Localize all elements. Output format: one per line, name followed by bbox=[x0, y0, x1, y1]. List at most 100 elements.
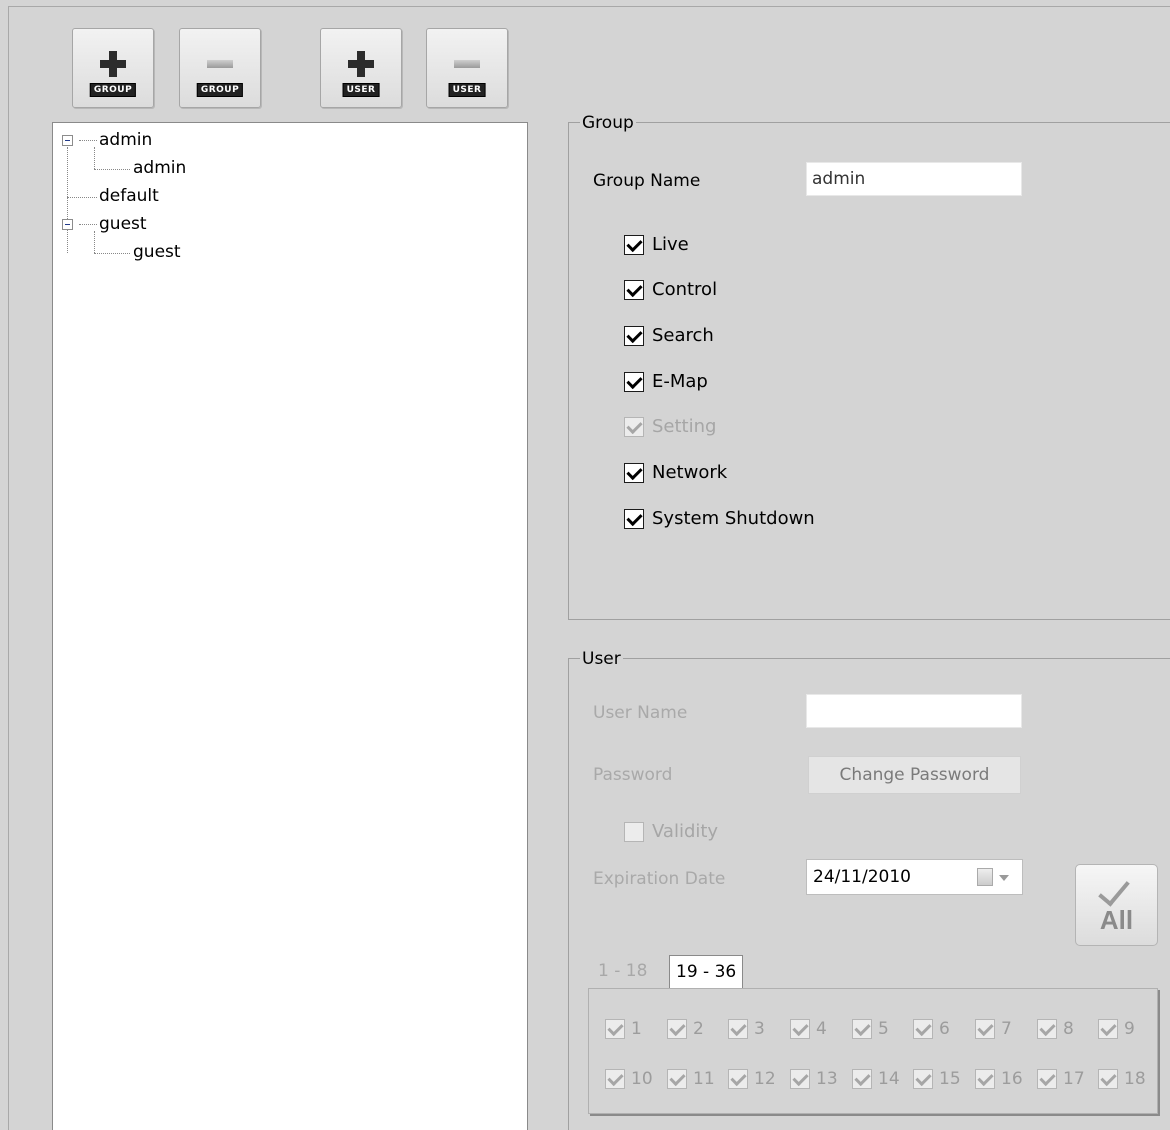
tree-connector bbox=[94, 169, 130, 170]
checkbox-icon bbox=[624, 280, 644, 300]
minus-icon bbox=[454, 51, 480, 77]
channel-label: 1 bbox=[631, 1019, 642, 1039]
checkbox-icon bbox=[1037, 1019, 1057, 1039]
checkbox-icon bbox=[667, 1019, 687, 1039]
tree-connector bbox=[67, 197, 97, 198]
tree-connector bbox=[94, 147, 95, 169]
checkbox-icon bbox=[975, 1069, 995, 1089]
checkbox-icon bbox=[624, 417, 644, 437]
permission-label: Setting bbox=[652, 416, 717, 437]
channel-label: 10 bbox=[631, 1069, 653, 1089]
channel-tab-panel: 1 2 3 4 5 6 7 8 9 10 11 12 13 14 15 16 1… bbox=[588, 988, 1158, 1114]
channel-label: 12 bbox=[754, 1069, 776, 1089]
permission-label: E-Map bbox=[652, 371, 708, 392]
checkbox-icon bbox=[624, 235, 644, 255]
channel-label: 2 bbox=[693, 1019, 704, 1039]
remove-user-tag: USER bbox=[448, 83, 486, 97]
user-name-input[interactable] bbox=[806, 694, 1022, 728]
channel-label: 15 bbox=[939, 1069, 961, 1089]
group-panel-title: Group bbox=[580, 113, 636, 133]
channel-label: 3 bbox=[754, 1019, 765, 1039]
tree-connector bbox=[79, 224, 97, 225]
channel-label: 8 bbox=[1063, 1019, 1074, 1039]
add-group-tag: GROUP bbox=[89, 83, 137, 97]
remove-user-button[interactable]: USER bbox=[426, 28, 508, 108]
remove-group-tag: GROUP bbox=[196, 83, 244, 97]
channel-label: 5 bbox=[878, 1019, 889, 1039]
checkbox-icon bbox=[728, 1019, 748, 1039]
channel-label: 17 bbox=[1063, 1069, 1085, 1089]
checkbox-icon bbox=[605, 1019, 625, 1039]
checkbox-icon bbox=[624, 509, 644, 529]
tree-item-group-default[interactable]: default bbox=[99, 184, 159, 208]
calendar-icon[interactable] bbox=[977, 868, 993, 886]
add-user-tag: USER bbox=[342, 83, 380, 97]
tree-item-group-admin[interactable]: admin bbox=[99, 128, 152, 152]
user-name-label: User Name bbox=[593, 703, 688, 723]
tree-connector bbox=[94, 253, 130, 254]
add-group-button[interactable]: GROUP bbox=[72, 28, 154, 108]
window-frame-top bbox=[8, 6, 1170, 7]
permission-label: Search bbox=[652, 325, 714, 346]
validity-label: Validity bbox=[652, 821, 719, 842]
checkbox-icon bbox=[624, 326, 644, 346]
checkbox-icon bbox=[605, 1069, 625, 1089]
tree-connector bbox=[67, 147, 68, 253]
tree-connector bbox=[79, 140, 97, 141]
channel-label: 9 bbox=[1124, 1019, 1135, 1039]
tree-item-user-guest[interactable]: guest bbox=[133, 240, 181, 264]
checkbox-icon bbox=[790, 1069, 810, 1089]
user-panel-title: User bbox=[580, 649, 623, 669]
checkbox-icon bbox=[852, 1069, 872, 1089]
checkbox-icon bbox=[1037, 1069, 1057, 1089]
channel-label: 18 bbox=[1124, 1069, 1146, 1089]
tree-item-group-guest[interactable]: guest bbox=[99, 212, 147, 236]
checkbox-icon bbox=[624, 822, 644, 842]
tree-item-user-admin[interactable]: admin bbox=[133, 156, 186, 180]
channel-label: 6 bbox=[939, 1019, 950, 1039]
permission-label: Live bbox=[652, 234, 689, 255]
group-user-tree[interactable]: admin admin default guest guest bbox=[52, 122, 528, 1130]
expiration-date-label: Expiration Date bbox=[593, 869, 726, 889]
channel-label: 14 bbox=[878, 1069, 900, 1089]
channel-label: 7 bbox=[1001, 1019, 1012, 1039]
permission-label: Network bbox=[652, 462, 728, 483]
tab-channels-1-18[interactable]: 1 - 18 bbox=[592, 955, 654, 989]
window-frame-left bbox=[8, 6, 9, 1130]
checkbox-icon bbox=[852, 1019, 872, 1039]
checkbox-icon bbox=[790, 1019, 810, 1039]
checkbox-icon bbox=[913, 1019, 933, 1039]
group-name-label: Group Name bbox=[593, 171, 701, 191]
channel-label: 4 bbox=[816, 1019, 827, 1039]
checkbox-icon bbox=[728, 1069, 748, 1089]
checkmark-icon bbox=[1098, 873, 1130, 907]
channel-label: 16 bbox=[1001, 1069, 1023, 1089]
group-name-input[interactable]: admin bbox=[806, 162, 1022, 196]
remove-group-button[interactable]: GROUP bbox=[179, 28, 261, 108]
add-user-button[interactable]: USER bbox=[320, 28, 402, 108]
expiration-date-value: 24/11/2010 bbox=[813, 867, 911, 887]
change-password-button[interactable]: Change Password bbox=[808, 756, 1021, 794]
checkbox-icon bbox=[1098, 1069, 1118, 1089]
tree-connector bbox=[94, 231, 95, 253]
collapse-admin-icon[interactable] bbox=[62, 135, 73, 146]
channel-label: 11 bbox=[693, 1069, 715, 1089]
checkbox-icon bbox=[624, 463, 644, 483]
expiration-date-picker[interactable]: 24/11/2010 bbox=[806, 859, 1023, 895]
plus-icon bbox=[348, 51, 374, 77]
channel-label: 13 bbox=[816, 1069, 838, 1089]
permission-label: System Shutdown bbox=[652, 508, 815, 529]
select-all-button[interactable]: All bbox=[1075, 864, 1158, 946]
select-all-label: All bbox=[1099, 905, 1134, 935]
checkbox-icon bbox=[667, 1069, 687, 1089]
plus-icon bbox=[100, 51, 126, 77]
checkbox-icon bbox=[624, 372, 644, 392]
checkbox-icon bbox=[1098, 1019, 1118, 1039]
tab-channels-19-36[interactable]: 19 - 36 bbox=[669, 955, 744, 989]
dropdown-arrow-icon[interactable] bbox=[999, 875, 1009, 881]
checkbox-icon bbox=[975, 1019, 995, 1039]
permission-label: Control bbox=[652, 279, 718, 300]
minus-icon bbox=[207, 51, 233, 77]
collapse-guest-icon[interactable] bbox=[62, 219, 73, 230]
checkbox-icon bbox=[913, 1069, 933, 1089]
